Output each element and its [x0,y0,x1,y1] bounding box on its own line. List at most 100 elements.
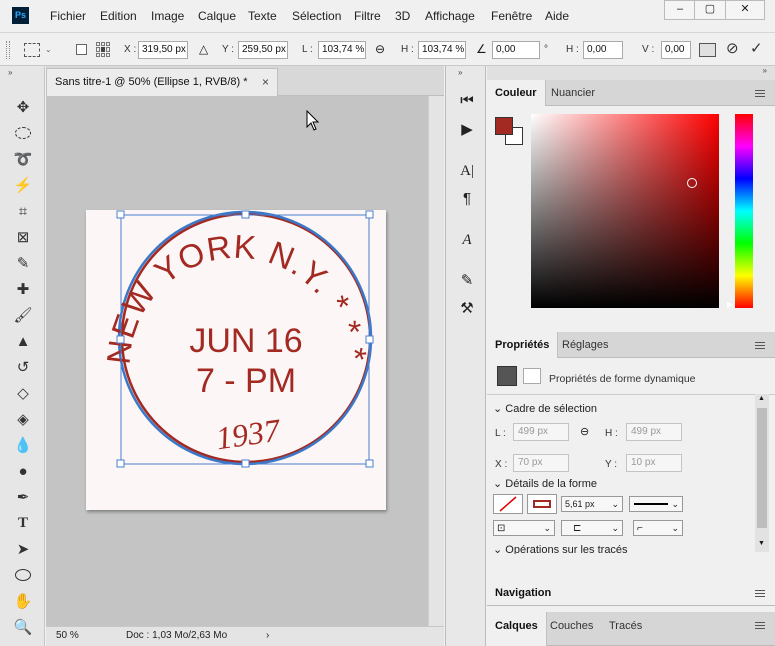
link-icon[interactable]: ⊖ [375,42,385,56]
menu-image[interactable]: Image [151,0,184,32]
minimize-button[interactable]: – [664,0,696,20]
zoom-tool-icon[interactable]: 🔍 [12,616,34,638]
pen-tool-icon[interactable]: ✒ [12,486,34,508]
menu-selection[interactable]: Sélection [292,0,341,32]
frame-tool-icon[interactable]: ⊠ [12,226,34,248]
paragraph-icon[interactable]: ¶ [458,190,476,208]
menu-3d[interactable]: 3D [395,0,410,32]
lasso-tool-icon[interactable]: ➰ [12,148,34,170]
vertical-scrollbar[interactable] [428,96,444,626]
shape-properties-icon[interactable] [497,366,517,386]
stroke-type-dropdown[interactable]: ⌄ [629,496,683,512]
tab-couleur[interactable]: Couleur [487,80,546,106]
close-tab-icon[interactable]: × [262,69,269,96]
move-tool-icon[interactable]: ✥ [12,96,34,118]
v-skew-input[interactable]: 0,00 [661,41,691,59]
magic-wand-tool-icon[interactable]: ⚡ [12,174,34,196]
x-field[interactable]: 70 px [513,454,569,472]
stroke-caps-dropdown[interactable]: ⊏ ⌄ [561,520,623,536]
fill-none-swatch[interactable] [493,494,523,514]
properties-scrollbar[interactable]: ▲ ▼ [755,394,769,552]
document-tab[interactable]: Sans titre-1 @ 50% (Ellipse 1, RVB/8) * … [46,68,278,96]
cancel-transform-icon[interactable]: ⊘ [726,39,739,57]
stroke-align-dropdown[interactable]: ⊡ ⌄ [493,520,555,536]
reference-point-grid-icon[interactable] [96,42,111,57]
h-skew-input[interactable]: 0,00 [583,41,623,59]
menu-affichage[interactable]: Affichage [425,0,475,32]
clone-stamp-tool-icon[interactable]: ▲ [12,330,34,352]
tab-couches[interactable]: Couches [542,612,601,638]
crop-tool-icon[interactable]: ⌗ [12,200,34,222]
history-icon[interactable]: ⏮ [458,92,476,110]
brush-settings-icon[interactable]: ✎ [458,272,476,290]
panel-menu-icon[interactable] [755,342,765,349]
tab-calques[interactable]: Calques [487,612,547,646]
tab-traces[interactable]: Tracés [601,612,650,638]
actions-play-icon[interactable]: ▶ [458,121,476,139]
tab-navigation[interactable]: Navigation [487,580,559,606]
tab-reglages[interactable]: Réglages [554,332,616,358]
height-scale-input[interactable]: 103,74 % [418,41,466,59]
link-dimensions-icon[interactable]: ⊖ [580,425,589,438]
menu-fichier[interactable]: Fichier [50,0,86,32]
scroll-thumb[interactable] [757,408,767,528]
maximize-button[interactable]: ▢ [694,0,726,20]
width-scale-input[interactable]: 103,74 % [318,41,366,59]
hue-slider[interactable]: ▶ [727,114,753,309]
section-path-operations[interactable]: ⌄ Opérations sur les tracés [493,543,628,554]
panel-menu-icon[interactable] [755,622,765,629]
tab-nuancier[interactable]: Nuancier [543,80,603,106]
warp-mode-icon[interactable] [699,43,716,57]
paint-bucket-tool-icon[interactable]: ◈ [12,408,34,430]
section-shape-details[interactable]: ⌄ Détails de la forme [493,477,597,490]
mask-properties-icon[interactable] [523,368,541,384]
history-brush-tool-icon[interactable]: ↺ [12,356,34,378]
menu-filtre[interactable]: Filtre [354,0,381,32]
tab-proprietes[interactable]: Propriétés [487,332,559,358]
panel-menu-icon[interactable] [755,90,765,97]
section-bounding-box[interactable]: ⌄ Cadre de sélection [493,402,597,415]
chevron-down-icon[interactable]: ⌄ [45,45,52,54]
scroll-up-icon[interactable]: ▲ [758,395,765,402]
transform-preset-icon[interactable] [24,43,40,57]
saturation-brightness-field[interactable] [531,114,719,308]
menu-texte[interactable]: Texte [248,0,277,32]
stroke-color-swatch[interactable] [527,494,557,514]
document-canvas[interactable]: NEW YORK N.Y. * * * JUN 16 7 - PM 1937 [86,210,386,510]
x-position-input[interactable]: 319,50 px [138,41,188,59]
y-position-input[interactable]: 259,50 px [238,41,288,59]
elliptical-marquee-tool-icon[interactable] [12,122,34,144]
foreground-color-swatch[interactable] [495,117,513,135]
stroke-width-dropdown[interactable]: 5,61 px ⌄ [561,496,623,512]
menu-calque[interactable]: Calque [198,0,236,32]
glyphs-icon[interactable]: A [458,231,476,249]
character-icon[interactable]: A| [458,162,476,180]
path-selection-tool-icon[interactable]: ➤ [12,538,34,560]
y-field[interactable]: 10 px [626,454,682,472]
hand-tool-icon[interactable]: ✋ [12,590,34,612]
close-window-button[interactable]: ✕ [725,0,765,20]
expand-arrows-icon[interactable]: » [458,68,462,77]
reference-point-checkbox[interactable] [76,44,87,55]
dodge-tool-icon[interactable]: ● [12,460,34,482]
healing-brush-tool-icon[interactable]: ✚ [12,278,34,300]
collapse-dock-icon[interactable]: » [763,66,767,75]
rotate-angle-input[interactable]: 0,00 [492,41,540,59]
scroll-down-icon[interactable]: ▼ [758,540,765,547]
hue-slider-marker-icon[interactable]: ▶ [727,300,733,309]
panel-menu-icon[interactable] [755,590,765,597]
zoom-level[interactable]: 50 % [56,627,79,645]
width-field[interactable]: 499 px [513,423,569,441]
tool-presets-icon[interactable]: ⚒ [458,300,476,318]
eyedropper-tool-icon[interactable]: ✎ [12,252,34,274]
type-tool-icon[interactable]: T [12,512,34,534]
collapse-arrows-icon[interactable]: » [8,68,12,77]
brush-tool-icon[interactable]: 🖌 [12,304,34,326]
menu-edition[interactable]: Edition [100,0,137,32]
eraser-tool-icon[interactable]: ◇ [12,382,34,404]
status-menu-arrow-icon[interactable]: › [266,627,269,645]
blur-tool-icon[interactable]: 💧 [12,434,34,456]
menu-fenetre[interactable]: Fenêtre [491,0,532,32]
ellipse-tool-icon[interactable] [12,564,34,586]
menu-aide[interactable]: Aide [545,0,569,32]
